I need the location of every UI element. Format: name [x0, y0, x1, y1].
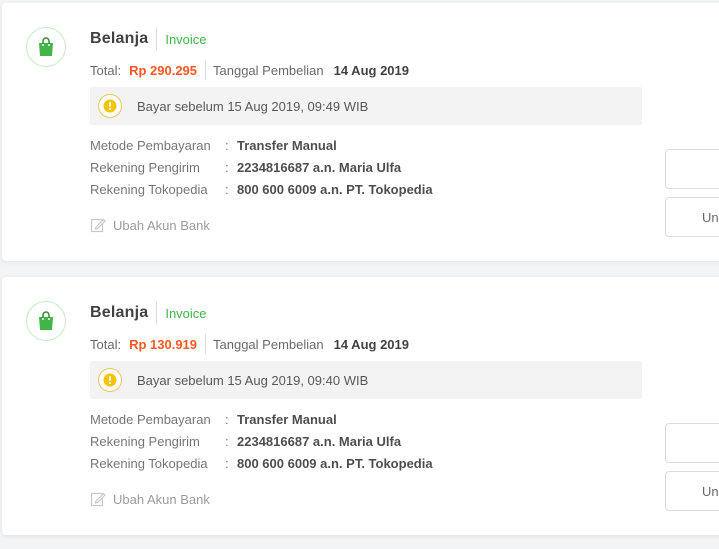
detail-row: Rekening Pengirim : 2234816687 a.n. Mari…: [90, 156, 433, 178]
detail-colon: :: [225, 411, 229, 427]
payment-details: Metode Pembayaran : Transfer Manual Reke…: [90, 134, 433, 200]
edit-bank-account-label: Ubah Akun Bank: [113, 491, 210, 507]
action-button-primary[interactable]: [665, 423, 719, 463]
action-button-secondary[interactable]: Un: [665, 197, 719, 237]
invoice-link[interactable]: Invoice: [165, 306, 206, 321]
purchase-date-value: 14 Aug 2019: [333, 62, 409, 78]
detail-value: 800 600 6009 a.n. PT. Tokopedia: [237, 181, 433, 197]
order-card: Belanja Invoice Total: Rp 290.295 Tangga…: [2, 3, 719, 261]
detail-value: Transfer Manual: [237, 411, 337, 427]
total-label: Total:: [90, 336, 122, 352]
detail-row: Rekening Pengirim : 2234816687 a.n. Mari…: [90, 430, 433, 452]
purchase-date-label: Tanggal Pembelian: [213, 336, 324, 352]
total-label: Total:: [90, 62, 122, 78]
shopping-bag-icon: [26, 301, 66, 341]
divider: [205, 334, 207, 354]
shopping-bag-icon: [26, 27, 66, 67]
detail-colon: :: [225, 159, 229, 175]
action-button-primary[interactable]: [665, 149, 719, 189]
detail-colon: :: [225, 137, 229, 153]
detail-label: Metode Pembayaran: [90, 137, 211, 153]
detail-label: Metode Pembayaran: [90, 411, 211, 427]
payment-deadline-text: Bayar sebelum 15 Aug 2019, 09:40 WIB: [137, 372, 369, 388]
action-button-secondary[interactable]: Un: [665, 471, 719, 511]
detail-row: Metode Pembayaran : Transfer Manual: [90, 408, 433, 430]
payment-deadline-notice: Bayar sebelum 15 Aug 2019, 09:40 WIB: [90, 361, 642, 399]
detail-label: Rekening Pengirim: [90, 433, 200, 449]
detail-colon: :: [225, 433, 229, 449]
pencil-edit-icon: [90, 492, 106, 507]
payment-deadline-text: Bayar sebelum 15 Aug 2019, 09:49 WIB: [137, 98, 369, 114]
detail-value: 2234816687 a.n. Maria Ulfa: [237, 433, 402, 449]
detail-row: Rekening Tokopedia : 800 600 6009 a.n. P…: [90, 452, 433, 474]
payment-deadline-notice: Bayar sebelum 15 Aug 2019, 09:49 WIB: [90, 87, 642, 125]
purchase-date-label: Tanggal Pembelian: [213, 62, 324, 78]
detail-value: 800 600 6009 a.n. PT. Tokopedia: [237, 455, 433, 471]
edit-bank-account-link[interactable]: Ubah Akun Bank: [90, 491, 210, 507]
edit-bank-account-link[interactable]: Ubah Akun Bank: [90, 217, 210, 233]
detail-colon: :: [225, 455, 229, 471]
detail-label: Rekening Pengirim: [90, 159, 200, 175]
total-value: Rp 130.919: [129, 336, 198, 352]
detail-label: Rekening Tokopedia: [90, 455, 208, 471]
purchase-date-value: 14 Aug 2019: [333, 336, 409, 352]
pencil-edit-icon: [90, 218, 106, 233]
detail-row: Rekening Tokopedia : 800 600 6009 a.n. P…: [90, 178, 433, 200]
order-card: Belanja Invoice Total: Rp 130.919 Tangga…: [2, 277, 719, 535]
edit-bank-account-label: Ubah Akun Bank: [113, 217, 210, 233]
detail-value: Transfer Manual: [237, 137, 337, 153]
detail-label: Rekening Tokopedia: [90, 181, 208, 197]
detail-colon: :: [225, 181, 229, 197]
lightbulb-icon: [98, 368, 122, 392]
detail-row: Metode Pembayaran : Transfer Manual: [90, 134, 433, 156]
divider: [205, 60, 207, 80]
lightbulb-icon: [98, 94, 122, 118]
order-title: Belanja: [90, 30, 149, 47]
payment-details: Metode Pembayaran : Transfer Manual Reke…: [90, 408, 433, 474]
invoice-link[interactable]: Invoice: [165, 32, 206, 47]
divider: [156, 302, 158, 324]
total-value: Rp 290.295: [129, 62, 198, 78]
detail-value: 2234816687 a.n. Maria Ulfa: [237, 159, 402, 175]
order-title: Belanja: [90, 304, 149, 321]
divider: [156, 28, 158, 50]
